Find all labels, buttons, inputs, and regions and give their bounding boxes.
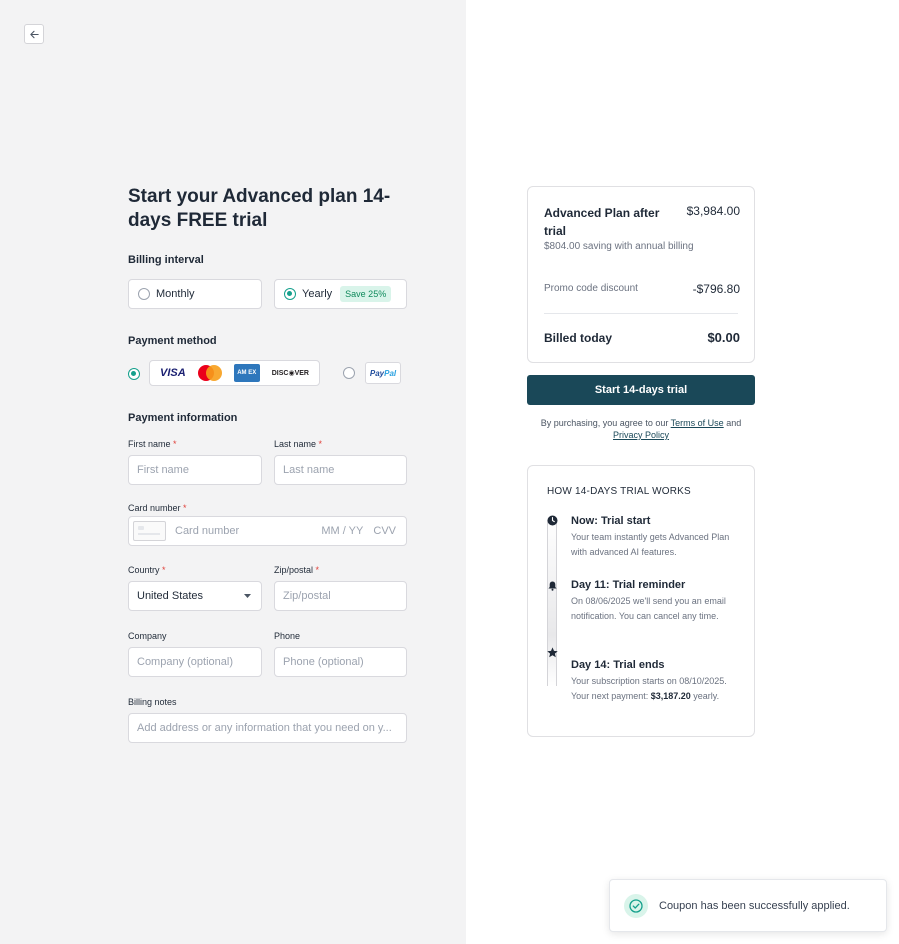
billing-option-monthly[interactable]: Monthly (128, 279, 262, 309)
last-name-label: Last name * (274, 439, 323, 449)
mastercard-logo (197, 365, 222, 381)
cvv-input[interactable]: CVV (373, 525, 396, 537)
yearly-label: Yearly (302, 288, 333, 300)
company-input[interactable]: Company (optional) (128, 647, 262, 677)
saving-note: $804.00 saving with annual billing (544, 241, 694, 252)
promo-label: Promo code discount (544, 283, 638, 294)
last-name-input[interactable]: Last name (274, 455, 407, 485)
card-number-input[interactable]: Card number MM / YY CVV (128, 516, 407, 546)
purchase-agreement: By purchasing, you agree to our Terms of… (527, 417, 755, 441)
chevron-down-icon (244, 593, 251, 598)
next-payment-amount: $3,187.20 (650, 691, 691, 701)
monthly-radio[interactable] (138, 288, 150, 300)
agreement-prefix: By purchasing, you agree to our (540, 418, 669, 428)
plan-price: $3,984.00 (686, 204, 740, 218)
step-3-title: Day 14: Trial ends (571, 659, 665, 671)
billing-notes-label: Billing notes (128, 697, 177, 707)
payment-information-label: Payment information (128, 412, 238, 424)
trial-timeline-card: HOW 14-DAYS TRIAL WORKS Now: Trial start… (527, 465, 755, 737)
step-1-title: Now: Trial start (571, 515, 651, 527)
step-3-text: Your subscription starts on 08/10/2025. … (571, 674, 736, 704)
order-summary-card: Advanced Plan after trial $3,984.00 $804… (527, 186, 755, 363)
paypal-option[interactable]: Pay Pal (365, 362, 401, 384)
discover-logo: DISC◉VER (271, 370, 309, 377)
yearly-radio[interactable] (284, 288, 296, 300)
terms-of-use-link[interactable]: Terms of Use (671, 418, 724, 428)
star-icon (547, 647, 558, 658)
billed-today-label: Billed today (544, 331, 613, 345)
phone-label: Phone (274, 631, 301, 641)
zip-label: Zip/postal * (274, 565, 320, 575)
arrow-left-icon (29, 30, 39, 38)
card-number-label: Card number * (128, 503, 187, 513)
card-number-placeholder: Card number (175, 525, 240, 537)
timeline-title: HOW 14-DAYS TRIAL WORKS (547, 486, 691, 497)
step-2-text: On 08/06/2025 we'll send you an email no… (571, 596, 726, 621)
start-trial-button[interactable]: Start 14-days trial (527, 375, 755, 405)
coupon-toast: Coupon has been successfully applied. (609, 879, 887, 932)
visa-logo: VISA (160, 367, 186, 379)
step-3-text-after: yearly. (693, 691, 720, 701)
agreement-and: and (726, 418, 742, 428)
save-badge: Save 25% (340, 286, 392, 302)
expiry-input[interactable]: MM / YY (321, 525, 363, 537)
step-2-title: Day 11: Trial reminder (571, 579, 686, 591)
summary-divider (544, 313, 738, 314)
first-name-input[interactable]: First name (128, 455, 262, 485)
zip-input[interactable]: Zip/postal (274, 581, 407, 611)
credit-card-icon (133, 521, 166, 541)
checkout-form-panel: Start your Advanced plan 14-days FREE tr… (0, 0, 466, 944)
bell-icon (548, 581, 557, 591)
timeline-track (547, 516, 557, 686)
country-label: Country * (128, 565, 166, 575)
paypal-payment-radio[interactable] (343, 367, 355, 379)
paypal-logo-pal: Pal (384, 368, 397, 378)
country-select[interactable]: United States (128, 581, 262, 611)
billing-interval-label: Billing interval (128, 254, 204, 266)
billing-option-yearly[interactable]: Yearly Save 25% (274, 279, 407, 309)
plan-label: Advanced Plan after trial (544, 206, 660, 238)
back-button[interactable] (24, 24, 44, 44)
country-value: United States (137, 590, 204, 602)
phone-input[interactable]: Phone (optional) (274, 647, 407, 677)
payment-method-label: Payment method (128, 335, 217, 347)
page-title: Start your Advanced plan 14-days FREE tr… (128, 186, 391, 231)
check-circle-icon (624, 893, 648, 918)
card-payment-option[interactable]: VISA AM EX DISC◉VER (149, 360, 320, 386)
toast-message: Coupon has been successfully applied. (659, 899, 850, 912)
step-1-text: Your team instantly gets Advanced Plan w… (571, 532, 730, 557)
first-name-label: First name * (128, 439, 177, 449)
billed-today-value: $0.00 (707, 330, 740, 345)
billing-notes-input[interactable]: Add address or any information that you … (128, 713, 407, 743)
paypal-logo-pay: Pay (369, 368, 385, 378)
monthly-label: Monthly (156, 288, 195, 300)
card-payment-radio[interactable] (128, 368, 140, 380)
clock-icon (547, 515, 558, 526)
promo-value: -$796.80 (692, 282, 740, 296)
privacy-policy-link[interactable]: Privacy Policy (613, 430, 669, 440)
amex-logo: AM EX (233, 364, 260, 382)
company-label: Company (128, 631, 167, 641)
